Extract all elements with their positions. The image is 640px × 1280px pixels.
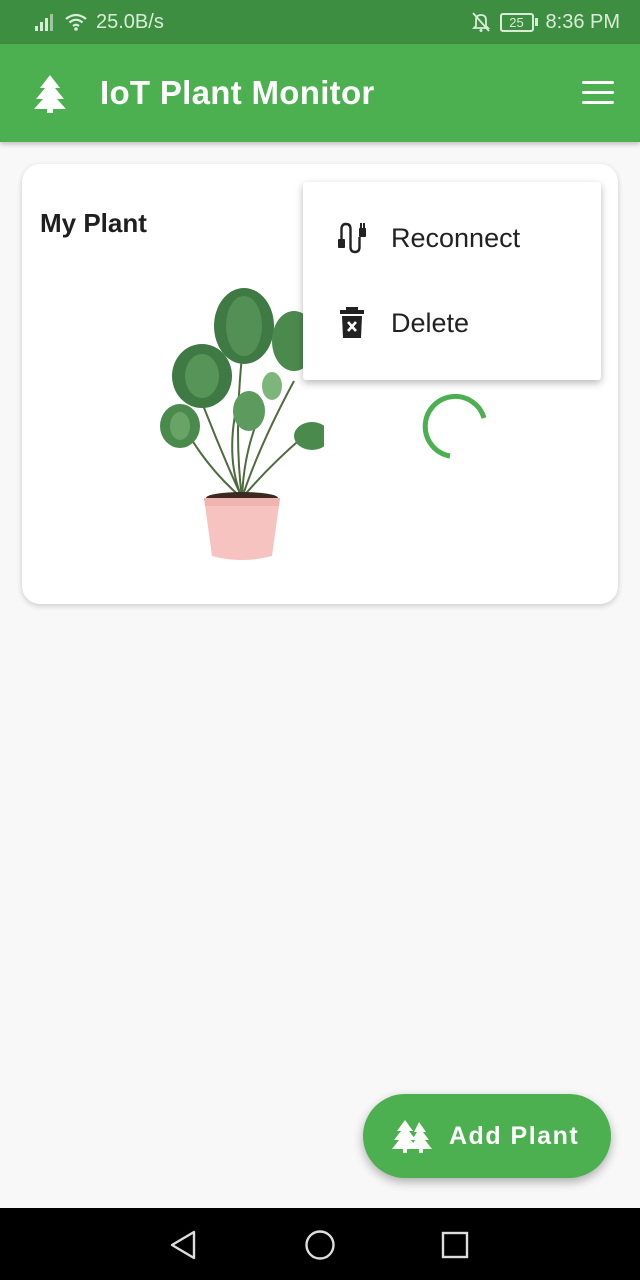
back-icon[interactable]	[166, 1228, 200, 1262]
menu-item-label: Delete	[391, 307, 470, 338]
trash-icon	[340, 307, 364, 338]
battery-icon: 25	[499, 12, 538, 32]
menu-line	[582, 91, 614, 94]
battery-level: 25	[499, 12, 534, 32]
home-icon[interactable]	[303, 1228, 337, 1262]
app-title: IoT Plant Monitor	[100, 74, 375, 111]
bell-off-icon	[471, 12, 490, 32]
add-plant-button[interactable]: Add Plant	[363, 1094, 611, 1178]
navigation-bar	[0, 1208, 640, 1280]
status-left: 25.0B/s	[34, 11, 164, 34]
battery-tip	[534, 18, 538, 26]
menu-item-delete[interactable]: Delete	[303, 286, 601, 360]
menu-line	[582, 101, 614, 104]
hamburger-menu-icon[interactable]	[582, 81, 614, 105]
add-plant-label: Add Plant	[449, 1121, 580, 1150]
plug-icon	[338, 222, 366, 254]
app-bar: IoT Plant Monitor	[0, 44, 640, 142]
status-time: 8:36 PM	[545, 10, 620, 33]
status-right: 25 8:36 PM	[470, 11, 620, 34]
tree-icon	[34, 75, 66, 113]
status-bar: 25.0B/s 25 8:36 PM	[0, 0, 640, 44]
menu-line	[582, 81, 614, 84]
plant-image	[160, 288, 324, 560]
trees-icon	[392, 1120, 432, 1153]
plant-name: My Plant	[40, 208, 147, 238]
recents-icon[interactable]	[438, 1228, 472, 1262]
menu-item-reconnect[interactable]: Reconnect	[303, 201, 601, 275]
menu-item-label: Reconnect	[391, 222, 521, 253]
loading-spinner	[422, 394, 487, 459]
network-speed: 25.0B/s	[96, 10, 164, 33]
signal-icon	[35, 14, 53, 31]
wifi-icon	[65, 13, 87, 31]
context-menu: Reconnect Delete	[303, 182, 601, 380]
